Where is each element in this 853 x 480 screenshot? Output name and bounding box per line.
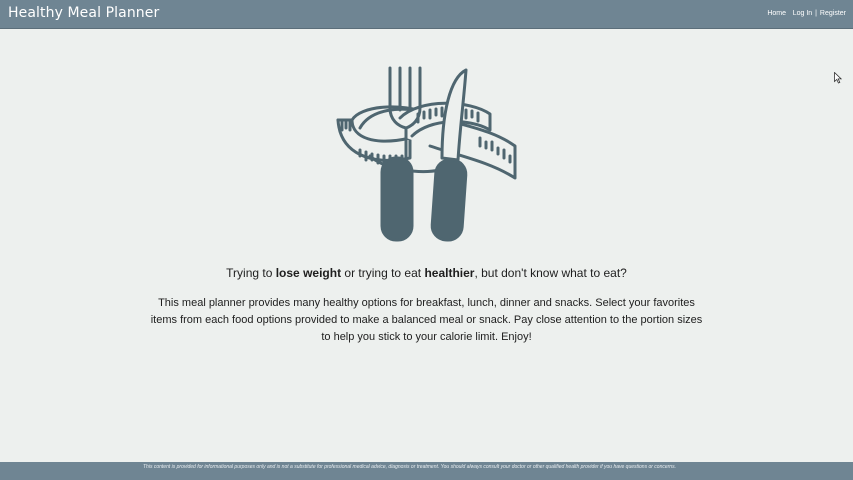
intro-description: This meal planner provides many healthy … [150, 297, 703, 343]
tagline-suffix: , but don't know what to eat? [474, 266, 627, 280]
nav-home-link[interactable]: Home [767, 10, 786, 17]
top-navbar: Healthy Meal Planner Home Log In | Regis… [0, 0, 853, 29]
fork-knife-measuring-tape-icon [336, 66, 517, 242]
tagline-middle: or trying to eat [341, 266, 425, 280]
footer-bar: This content is provided for information… [0, 462, 853, 480]
main-tagline: Trying to lose weight or trying to eat h… [0, 266, 853, 280]
nav-login-link[interactable]: Log In [793, 10, 812, 17]
mouse-cursor-icon [834, 72, 842, 84]
tagline-healthier: healthier [424, 266, 475, 280]
nav-separator: | [815, 10, 817, 17]
tagline-lose-weight: lose weight [275, 266, 342, 280]
nav-register-link[interactable]: Register [820, 10, 846, 17]
brand-title-link[interactable]: Healthy Meal Planner [8, 5, 159, 21]
nav-auth-links: Log In | Register [793, 10, 846, 17]
footer-disclaimer: This content is provided for information… [143, 464, 676, 470]
tagline-prefix: Trying to [226, 266, 276, 280]
